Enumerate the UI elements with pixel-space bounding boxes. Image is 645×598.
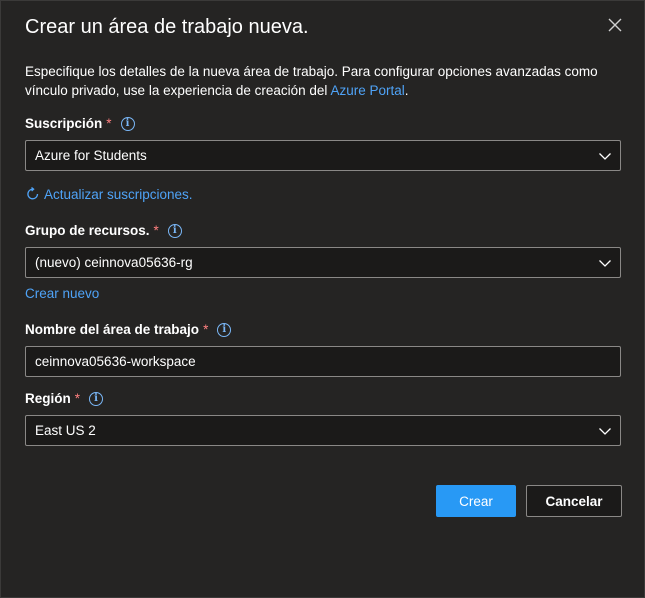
required-marker: * xyxy=(106,116,112,131)
region-dropdown[interactable]: East US 2 xyxy=(25,415,621,446)
region-value: East US 2 xyxy=(35,423,96,438)
resource-group-label-row: Grupo de recursos. * i xyxy=(25,223,182,238)
cancel-button[interactable]: Cancelar xyxy=(526,485,622,517)
description-end: . xyxy=(404,83,409,98)
description-text: Especifique los detalles de la nueva áre… xyxy=(25,64,598,98)
workspace-name-input[interactable]: ceinnova05636-workspace xyxy=(25,346,621,377)
subscription-value: Azure for Students xyxy=(35,148,147,163)
required-marker: * xyxy=(203,322,209,337)
info-icon[interactable]: i xyxy=(217,322,232,337)
info-icon[interactable]: i xyxy=(120,116,135,131)
region-label-row: Región * i xyxy=(25,391,104,406)
close-icon[interactable] xyxy=(606,16,624,34)
create-workspace-dialog: Crear un área de trabajo nueva. Especifi… xyxy=(0,0,645,598)
dialog-title: Crear un área de trabajo nueva. xyxy=(25,16,309,38)
info-icon[interactable]: i xyxy=(89,391,104,406)
resource-group-value: (nuevo) ceinnova05636-rg xyxy=(35,255,193,270)
resource-group-label: Grupo de recursos. xyxy=(25,223,150,238)
create-button[interactable]: Crear xyxy=(436,485,516,517)
required-marker: * xyxy=(153,223,159,238)
chevron-down-icon xyxy=(599,428,611,435)
workspace-name-label: Nombre del área de trabajo xyxy=(25,322,200,337)
refresh-subscriptions-label: Actualizar suscripciones. xyxy=(44,186,193,202)
subscription-label: Suscripción xyxy=(25,116,103,131)
chevron-down-icon xyxy=(599,153,611,160)
chevron-down-icon xyxy=(599,260,611,267)
create-new-resource-group-link[interactable]: Crear nuevo xyxy=(25,286,99,301)
refresh-subscriptions-link[interactable]: Actualizar suscripciones. xyxy=(25,186,193,202)
dialog-description: Especifique los detalles de la nueva áre… xyxy=(25,62,625,100)
resource-group-dropdown[interactable]: (nuevo) ceinnova05636-rg xyxy=(25,247,621,278)
azure-portal-link[interactable]: Azure Portal xyxy=(330,83,404,98)
workspace-name-value: ceinnova05636-workspace xyxy=(35,354,196,369)
info-icon[interactable]: i xyxy=(167,223,182,238)
region-label: Región xyxy=(25,391,71,406)
subscription-dropdown[interactable]: Azure for Students xyxy=(25,140,621,171)
refresh-icon xyxy=(27,186,39,200)
workspace-name-label-row: Nombre del área de trabajo * i xyxy=(25,322,232,337)
subscription-label-row: Suscripción * i xyxy=(25,116,135,131)
required-marker: * xyxy=(74,391,81,406)
